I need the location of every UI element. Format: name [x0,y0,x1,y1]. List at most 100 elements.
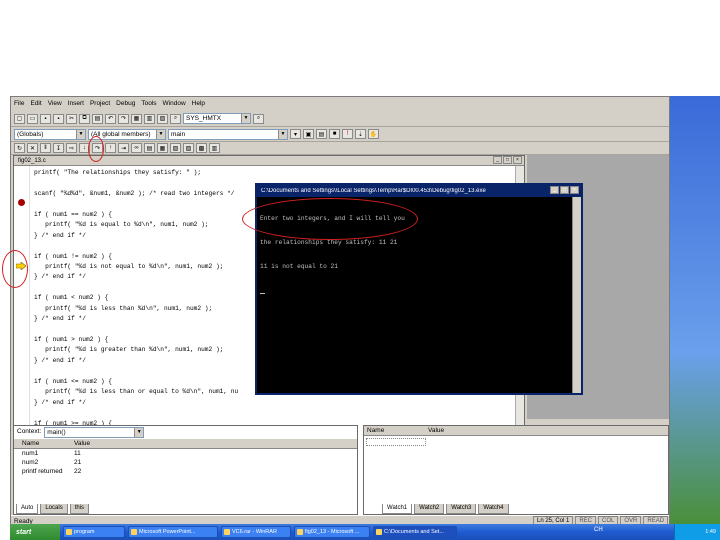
chevron-down-icon[interactable]: ▼ [134,428,144,437]
save-all-icon[interactable]: ▪ [53,113,64,124]
disassembly-icon[interactable]: ▥ [209,143,220,153]
step-over-icon[interactable]: ↷ [92,143,103,153]
chevron-down-icon[interactable]: ▼ [76,129,85,139]
minimize-icon[interactable]: _ [493,156,502,164]
find-in-files-icon[interactable]: ⌕ [170,113,181,124]
watch-name-header[interactable]: Name [364,426,428,435]
task-program[interactable]: program [63,526,125,538]
menu-file[interactable]: File [11,97,27,111]
show-next-statement-icon[interactable]: ⇨ [66,143,77,153]
call-stack-icon[interactable]: ▩ [196,143,207,153]
variables-icon[interactable]: ▦ [157,143,168,153]
memory-icon[interactable]: ▨ [183,143,194,153]
menu-edit[interactable]: Edit [27,97,44,111]
find-icon[interactable]: ⌕ [253,113,264,124]
menu-help[interactable]: Help [189,97,208,111]
open-folder-icon[interactable]: ▭ [27,113,38,124]
variables-pane: Context: main() ▼ Name Value num1 11 num2 2… [13,425,358,515]
tab-watch3[interactable]: Watch3 [446,504,477,514]
console-scrollbar[interactable] [572,197,581,393]
context-combo[interactable]: main() ▼ [44,427,145,438]
menu-tools[interactable]: Tools [138,97,159,111]
scope-combo[interactable]: (Globals) ▼ [14,128,86,140]
watch-value-header[interactable]: Value [428,426,548,435]
build-icon[interactable]: ▤ [316,129,327,139]
variables-header: Name Value [14,439,357,449]
output-icon[interactable]: ▥ [144,113,155,124]
new-file-icon[interactable]: ▢ [14,113,25,124]
function-combo[interactable]: main ▼ [168,128,288,140]
code-line: } /* end if */ [34,398,86,406]
variable-name: num1 [22,450,39,457]
start-button[interactable]: start [10,524,60,540]
members-combo[interactable]: (All global members) ▼ [88,128,166,140]
menu-insert[interactable]: Insert [65,97,87,111]
breakpoint-icon[interactable]: ✋ [368,129,379,139]
close-icon[interactable]: × [570,186,579,194]
tab-watch4[interactable]: Watch4 [478,504,509,514]
redo-icon[interactable]: ↷ [118,113,129,124]
go-icon[interactable]: ⇣ [355,129,366,139]
quickwatch-icon[interactable]: ∞ [131,143,142,153]
registers-icon[interactable]: ▧ [170,143,181,153]
wizard-actions-icon[interactable]: ▾ [290,129,301,139]
restart-icon[interactable]: ↻ [14,143,25,153]
language-indicator[interactable]: CH [594,527,603,533]
apply-code-changes-icon[interactable]: ↧ [53,143,64,153]
menu-project[interactable]: Project [87,97,113,111]
variable-value: 22 [74,468,82,475]
variables-tabs: Auto Locals this [16,504,90,514]
maximize-icon[interactable]: □ [560,186,569,194]
chevron-down-icon[interactable]: ▼ [241,114,250,123]
stop-build-icon[interactable]: ■ [329,129,340,139]
minimize-icon[interactable]: _ [550,186,559,194]
menu-view[interactable]: View [45,97,65,111]
tab-watch1[interactable]: Watch1 [382,504,413,514]
copy-icon[interactable]: ⧉ [79,113,90,124]
watch-header: Name Value [364,426,668,436]
find-combo[interactable]: SYS_HMTX ▼ [183,113,251,124]
watch-icon[interactable]: ▤ [144,143,155,153]
step-into-icon[interactable]: ↓ [79,143,90,153]
tab-watch2[interactable]: Watch2 [414,504,445,514]
variable-row[interactable]: num1 11 [14,449,357,458]
chevron-down-icon[interactable]: ▼ [156,129,165,139]
clock[interactable]: 1:49 [705,529,716,535]
variables-name-header[interactable]: Name [14,439,74,448]
menu-debug[interactable]: Debug [113,97,138,111]
debug-toolbar: ↻ ✕ ‖ ↧ ⇨ ↓ ↷ ↑ ⇥ ∞ ▤ ▦ ▧ ▨ ▩ ▥ [11,142,669,155]
stop-debugging-icon[interactable]: ✕ [27,143,38,153]
task-winrar[interactable]: VC6.rar - WinRAR [221,526,291,538]
tab-this[interactable]: this [69,504,90,514]
variable-row[interactable]: printf returned 22 [14,467,357,476]
close-icon[interactable]: × [513,156,522,164]
execute-icon[interactable]: ! [342,129,353,139]
windows-icon[interactable]: ▧ [157,113,168,124]
variables-value-header[interactable]: Value [74,439,194,448]
watch-new-entry[interactable] [366,438,426,446]
break-icon[interactable]: ‖ [40,143,51,153]
console-output[interactable]: Enter two integers, and I will tell you … [257,197,581,312]
workspace-icon[interactable]: ▦ [131,113,142,124]
chevron-down-icon[interactable]: ▼ [278,129,287,139]
function-combo-value: main [171,130,186,138]
tab-auto[interactable]: Auto [16,504,39,514]
task-console[interactable]: C:\Documents and Set... [373,526,457,538]
console-titlebar: C:\Documents and Settings\\Local Setting… [257,185,581,197]
variable-row[interactable]: num2 21 [14,458,357,467]
desktop-background [670,96,720,524]
undo-icon[interactable]: ↶ [105,113,116,124]
task-powerpoint[interactable]: Microsoft PowerPoint... [128,526,218,538]
paste-icon[interactable]: ▤ [92,113,103,124]
compile-icon[interactable]: ▣ [303,129,314,139]
standard-toolbar: ▢ ▭ ▪ ▪ ✂ ⧉ ▤ ↶ ↷ ▦ ▥ ▧ ⌕ SYS_HMTX ▼ ⌕ [11,111,669,127]
maximize-icon[interactable]: □ [503,156,512,164]
cut-icon[interactable]: ✂ [66,113,77,124]
step-out-icon[interactable]: ↑ [105,143,116,153]
menu-window[interactable]: Window [160,97,189,111]
task-visual-cpp[interactable]: fig02_13 - Microsoft ... [294,526,370,538]
context-row: Context: main() ▼ [14,426,357,439]
run-to-cursor-icon[interactable]: ⇥ [118,143,129,153]
save-icon[interactable]: ▪ [40,113,51,124]
tab-locals[interactable]: Locals [40,504,68,514]
